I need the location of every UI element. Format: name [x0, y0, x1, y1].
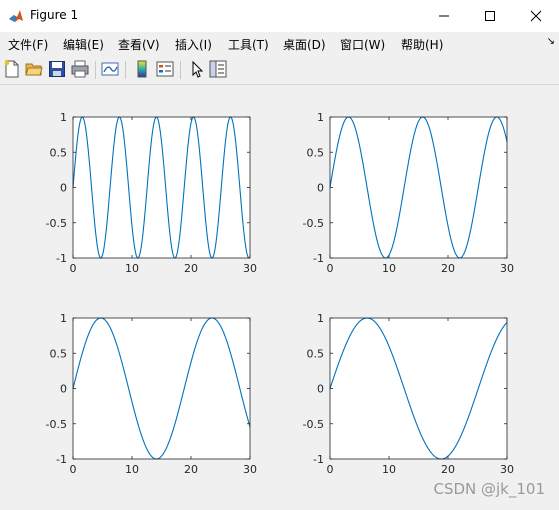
x-tick-label: 30: [243, 262, 257, 275]
figure-canvas[interactable]: 0 10 20 30 -1 -0.5 0 0.5 1 0 10 20 30 -1 -0.5 0 0.5 1 0 10 2…: [0, 85, 559, 506]
menu-tools[interactable]: 工具(T): [228, 36, 269, 53]
x-tick-label: 0: [70, 463, 77, 476]
insert-colorbar-icon[interactable]: [133, 60, 151, 78]
y-tick-label: 0: [317, 383, 324, 396]
subplot-grid: 0 10 20 30-1-0.500.510 10 20 30-1-0.500.510 10 2…: [46, 111, 514, 476]
property-inspector-icon[interactable]: [209, 60, 227, 78]
maximize-icon: [485, 11, 495, 21]
y-tick-label: -0.5: [303, 418, 324, 431]
toolbar-separator: [95, 61, 96, 79]
menu-file[interactable]: 文件(F): [8, 36, 48, 53]
y-tick-label: 1: [317, 111, 324, 124]
menu-desktop[interactable]: 桌面(D): [283, 36, 326, 53]
minimize-icon: [439, 15, 449, 17]
x-tick-label: 10: [125, 262, 139, 275]
new-figure-icon[interactable]: [3, 60, 21, 78]
y-tick-label: -0.5: [46, 418, 67, 431]
save-icon[interactable]: [48, 60, 66, 78]
x-tick-label: 10: [382, 463, 396, 476]
y-tick-label: 1: [60, 312, 67, 325]
subplot-3: 0 10 20 30 -1 -0.5 0 0.5 1: [46, 312, 257, 476]
subplot-1: 0 10 20 30 -1 -0.5 0 0.5 1: [46, 111, 257, 275]
subplot-4: 0 10 20 30 -1 -0.5 0 0.5 1: [303, 312, 514, 476]
menu-view[interactable]: 查看(V): [118, 36, 160, 53]
y-tick-label: 0: [60, 182, 67, 195]
open-file-icon[interactable]: [25, 60, 43, 78]
y-tick-label: 1: [317, 312, 324, 325]
insert-legend-icon[interactable]: [156, 60, 174, 78]
x-tick-label: 10: [125, 463, 139, 476]
matlab-logo-icon: [8, 8, 24, 24]
window-title: Figure 1: [30, 8, 79, 22]
y-tick-label: -1: [313, 453, 324, 466]
x-tick-label: 30: [500, 463, 514, 476]
y-tick-label: 0: [317, 182, 324, 195]
y-tick-label: -1: [56, 252, 67, 265]
y-tick-label: 0.5: [50, 347, 68, 360]
watermark: CSDN @jk_101: [433, 480, 545, 498]
toolbar-separator: [180, 61, 181, 79]
y-tick-label: 0.5: [307, 347, 325, 360]
menu-window[interactable]: 窗口(W): [340, 36, 385, 53]
x-tick-label: 20: [441, 262, 455, 275]
y-tick-label: 1: [60, 111, 67, 124]
x-tick-label: 10: [382, 262, 396, 275]
x-tick-label: 20: [441, 463, 455, 476]
y-tick-label: -1: [313, 252, 324, 265]
menu-help[interactable]: 帮助(H): [401, 36, 443, 53]
x-tick-label: 30: [500, 262, 514, 275]
y-tick-label: -0.5: [303, 217, 324, 230]
y-tick-label: 0.5: [307, 146, 325, 159]
x-tick-label: 0: [70, 262, 77, 275]
y-tick-label: 0.5: [50, 146, 68, 159]
minimize-button[interactable]: [421, 0, 467, 32]
y-tick-label: -0.5: [46, 217, 67, 230]
link-plot-icon[interactable]: [101, 60, 119, 78]
close-button[interactable]: [513, 0, 559, 32]
y-tick-label: 0: [60, 383, 67, 396]
menu-insert[interactable]: 插入(I): [175, 36, 212, 53]
subplot-2: 0 10 20 30 -1 -0.5 0 0.5 1: [303, 111, 514, 275]
title-bar: Figure 1: [0, 0, 559, 32]
axes-background: [73, 318, 250, 459]
menu-edit[interactable]: 编辑(E): [63, 36, 104, 53]
x-tick-label: 20: [184, 463, 198, 476]
x-tick-label: 30: [243, 463, 257, 476]
close-icon: [530, 10, 542, 22]
print-icon[interactable]: [71, 60, 89, 78]
toolbar: [0, 56, 559, 85]
edit-plot-icon[interactable]: [188, 60, 206, 78]
dock-arrow-icon[interactable]: ↘: [547, 36, 555, 47]
x-tick-label: 20: [184, 262, 198, 275]
axes-background: [330, 318, 507, 459]
x-tick-label: 0: [327, 463, 334, 476]
x-tick-label: 0: [327, 262, 334, 275]
maximize-button[interactable]: [467, 0, 513, 32]
toolbar-separator: [125, 61, 126, 79]
menu-bar: 文件(F) 编辑(E) 查看(V) 插入(I) 工具(T) 桌面(D) 窗口(W…: [0, 32, 559, 56]
y-tick-label: -1: [56, 453, 67, 466]
axes-background: [330, 117, 507, 258]
